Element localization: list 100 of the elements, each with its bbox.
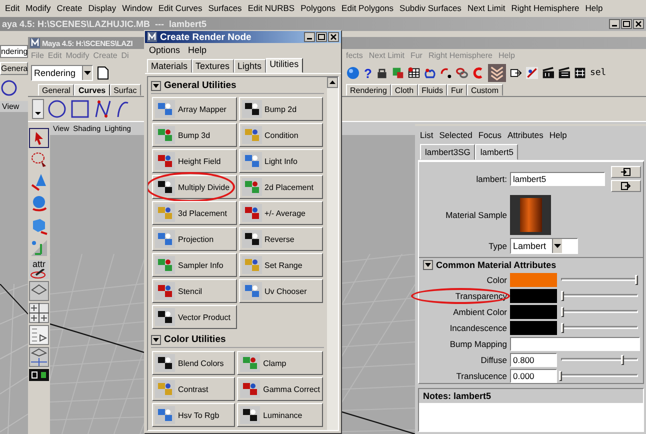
node-button[interactable]: Uv Chooser [238,279,323,303]
node-button[interactable]: Light Info [238,149,323,173]
maximize-button[interactable] [621,19,632,29]
outliner-icon[interactable] [29,325,49,345]
tab[interactable]: Materials [147,59,192,73]
selection-menu[interactable]: sel [590,68,606,78]
shelf-tab[interactable]: Curves [74,84,110,96]
color-swatch[interactable] [510,320,557,334]
color-swatch[interactable] [510,272,557,286]
node-button[interactable]: 3d Placement [152,201,236,225]
shelf-tab[interactable]: Genera [0,62,28,75]
minimize-button[interactable] [609,19,620,29]
output-connection-button[interactable] [611,180,641,192]
slider[interactable] [559,288,640,302]
menu-item[interactable]: Attributes [507,130,544,140]
menu-item[interactable]: Help [188,45,207,55]
node-button[interactable]: Multiply Divide [152,175,236,199]
node-button[interactable]: Hsv To Rgb [152,403,236,427]
node-button[interactable]: Bump 3d [152,123,236,147]
graph-layout-icon[interactable] [29,347,49,367]
node-button[interactable]: +/- Average [238,201,323,225]
scrollbar[interactable] [327,77,338,430]
circle-icon[interactable] [0,79,18,97]
node-button[interactable]: Projection [152,227,236,251]
node-button[interactable]: Array Mapper [152,97,236,121]
layout-icon[interactable] [29,281,49,301]
curve-icon[interactable] [93,99,113,119]
close-button[interactable] [633,19,644,29]
name-field[interactable]: lambert5 [510,172,605,186]
node-button[interactable]: Condition [238,123,323,147]
chevron-icon[interactable] [488,64,506,82]
menu-item[interactable]: Right Hemisphere [511,2,580,12]
menu-item[interactable]: List [420,130,434,140]
grid-icon[interactable] [408,67,420,79]
node-button[interactable]: Bump 2d [238,97,323,121]
axes-icon[interactable] [29,238,49,258]
menu-item[interactable]: Edit Curves [158,2,202,12]
menu-item[interactable]: Help [585,2,603,12]
slider[interactable] [559,272,640,286]
menu-item[interactable]: Options [149,45,180,55]
paint-tool[interactable]: attr [29,260,49,279]
node-button[interactable]: Reverse [238,227,323,251]
shelf-menu-icon[interactable] [32,99,44,119]
four-view-icon[interactable] [29,303,49,323]
clapperboard-icon[interactable] [542,67,554,79]
help-button[interactable]: ? [364,66,372,80]
triangle-icon[interactable] [151,80,161,90]
menu-item[interactable]: Display [88,2,116,12]
slider-thumb[interactable] [559,370,562,380]
magnet-icon[interactable] [472,67,484,79]
cone-icon[interactable] [29,172,49,192]
menu-item[interactable]: Next Limit [467,2,506,12]
node-button[interactable]: Gamma Correct [237,377,323,401]
menu-item[interactable]: Create [56,2,82,12]
shelf-tab[interactable]: Fur [446,84,467,96]
maximize-button[interactable] [316,32,327,42]
type-dropdown[interactable]: Lambert [510,238,578,254]
shelf-tab[interactable]: Custom [466,84,503,96]
tab[interactable]: Textures [192,59,234,73]
mode-dropdown[interactable]: Rendering [31,65,93,81]
slider[interactable] [559,368,640,382]
sphere-icon[interactable] [346,66,360,80]
square-icon[interactable] [70,99,90,119]
menu-item[interactable]: Modify [26,2,51,12]
menu-item[interactable]: Surfaces [208,2,242,12]
film-strip-icon[interactable] [574,67,586,79]
node-button[interactable]: Contrast [152,377,236,401]
number-field[interactable]: 0.800 [510,352,557,366]
slider-thumb[interactable] [635,274,638,284]
node-button[interactable]: Set Range [238,253,323,277]
node-button[interactable]: Stencil [152,279,236,303]
hypergraph-icon[interactable] [29,369,49,381]
loop-icon[interactable] [424,67,436,79]
color-swatch[interactable] [510,304,557,318]
slider[interactable] [559,320,640,334]
chain-icon[interactable] [456,67,468,79]
close-button[interactable] [328,32,339,42]
color-swatch[interactable] [510,288,557,302]
menu-item[interactable]: Edit [5,2,20,12]
menu-item[interactable]: View [0,101,28,112]
menu-item[interactable]: Edit NURBS [248,2,295,12]
tab[interactable]: lambert5 [475,144,518,160]
menu-item[interactable]: Edit Polygons [342,2,394,12]
slider[interactable] [559,352,640,366]
node-button[interactable]: Luminance [237,403,323,427]
menu-item[interactable]: Help [549,130,567,140]
number-field[interactable]: 0.000 [510,368,557,382]
input-connection-button[interactable] [611,166,641,178]
export-icon[interactable] [510,67,522,79]
slider-thumb[interactable] [560,306,564,316]
minimize-button[interactable] [304,32,315,42]
lock-icon[interactable] [376,67,388,79]
node-button[interactable]: Sampler Info [152,253,236,277]
shelf-tab[interactable]: Fluids [418,84,447,96]
circle-icon[interactable] [47,99,67,119]
slider[interactable] [559,304,640,318]
node-button[interactable]: Blend Colors [152,351,236,375]
node-button[interactable]: Clamp [237,351,323,375]
shelf-tab[interactable]: Cloth [390,84,418,96]
curve-icon[interactable] [116,99,130,119]
